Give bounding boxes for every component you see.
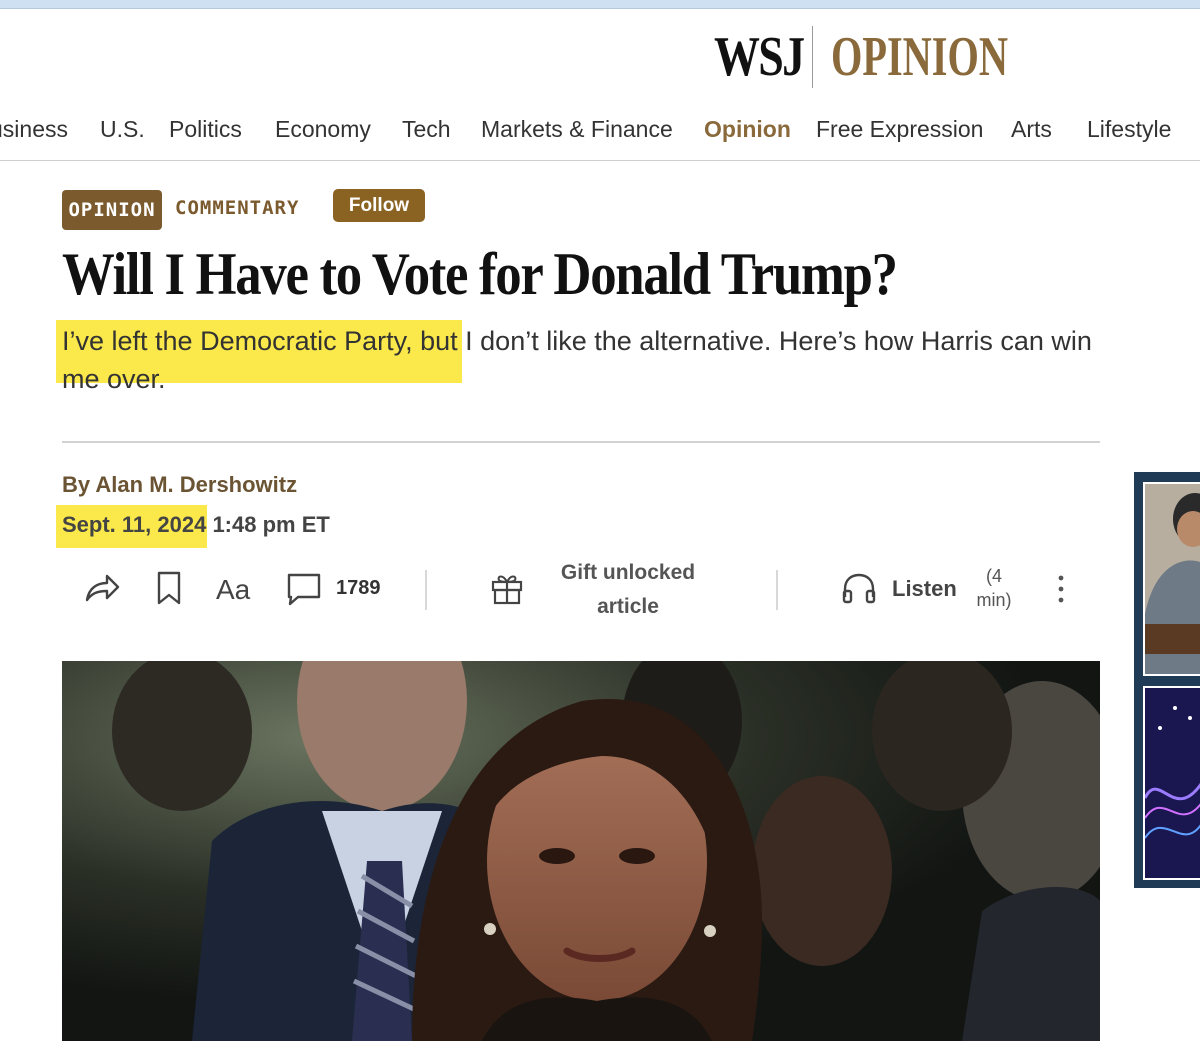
- article-dek: I’ve left the Democratic Party, but I do…: [62, 326, 1092, 394]
- rail-thumbnail-graphic[interactable]: [1143, 686, 1200, 880]
- opinion-logo-text: OPINION: [831, 26, 1008, 88]
- nav-item-lifestyle[interactable]: Lifestyle: [1087, 116, 1171, 143]
- nav-item-free-expression[interactable]: Free Expression: [816, 116, 983, 143]
- bookmark-icon[interactable]: [152, 568, 186, 608]
- headphones-icon[interactable]: [838, 568, 880, 608]
- nav-item-us[interactable]: U.S.: [100, 116, 145, 143]
- listen-duration: (4 min): [976, 566, 1012, 610]
- article-headline: Will I Have to Vote for Donald Trump?: [62, 241, 898, 307]
- follow-button[interactable]: Follow: [333, 189, 425, 222]
- nav-item-arts[interactable]: Arts: [1011, 116, 1052, 143]
- listen-button[interactable]: Listen: [892, 576, 957, 602]
- share-icon[interactable]: [80, 568, 124, 608]
- nav-item-politics[interactable]: Politics: [169, 116, 242, 143]
- more-options-icon[interactable]: [1050, 570, 1072, 608]
- nav-item-markets-finance[interactable]: Markets & Finance: [481, 116, 673, 143]
- author-byline[interactable]: By Alan M. Dershowitz: [62, 472, 297, 498]
- commentary-kicker[interactable]: COMMENTARY: [175, 197, 299, 219]
- publish-date: Sept. 11, 2024: [62, 512, 207, 537]
- toolbar-separator: [776, 570, 778, 610]
- wsj-logo-text: WSJ: [714, 26, 805, 88]
- rail-thumbnail-photo[interactable]: [1143, 482, 1200, 676]
- browser-top-strip: [0, 0, 1200, 9]
- nav-item-business[interactable]: usiness: [0, 116, 68, 143]
- gift-article-button[interactable]: Gift unlocked article: [548, 556, 708, 624]
- publish-timestamp: Sept. 11, 2024 1:48 pm ET: [62, 512, 330, 538]
- comment-icon[interactable]: [282, 568, 326, 610]
- header-divider: [62, 441, 1100, 443]
- text-size-icon[interactable]: Aa: [214, 568, 258, 608]
- toolbar-separator: [425, 570, 427, 610]
- comment-count[interactable]: 1789: [336, 577, 381, 600]
- svg-text:Aa: Aa: [216, 574, 251, 604]
- nav-item-tech[interactable]: Tech: [402, 116, 451, 143]
- publish-time: 1:48 pm ET: [206, 512, 330, 537]
- hero-photo: [62, 661, 1100, 1041]
- wsj-opinion-logo[interactable]: WSJ OPINION: [714, 24, 1008, 90]
- logo-divider: [812, 26, 813, 88]
- opinion-flag[interactable]: OPINION: [62, 190, 162, 230]
- gift-icon[interactable]: [486, 568, 528, 608]
- nav-item-opinion[interactable]: Opinion: [704, 116, 791, 143]
- nav-item-economy[interactable]: Economy: [275, 116, 371, 143]
- section-nav: usiness U.S. Politics Economy Tech Marke…: [0, 112, 1200, 161]
